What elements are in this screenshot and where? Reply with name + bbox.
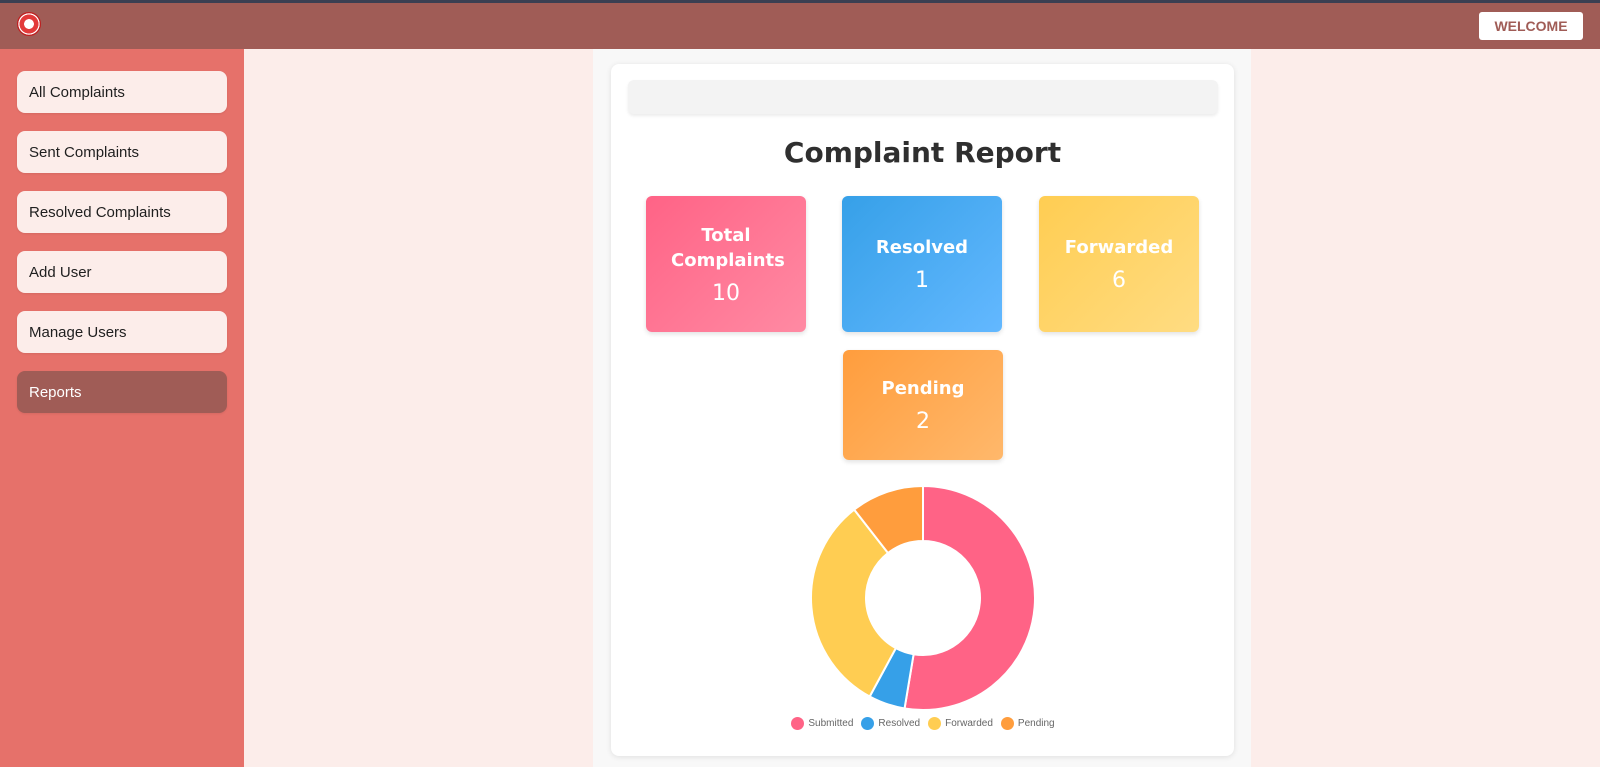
sidebar-item-sent-complaints[interactable]: Sent Complaints: [17, 131, 227, 173]
sidebar-item-manage-users[interactable]: Manage Users: [17, 311, 227, 353]
legend-swatch: [791, 717, 805, 730]
legend-label: Pending: [1017, 718, 1055, 729]
legend-label: Submitted: [808, 718, 854, 729]
legend-item-submitted[interactable]: Submitted: [791, 717, 853, 730]
stat-label: Resolved: [875, 237, 969, 258]
legend-swatch: [861, 717, 875, 730]
stat-label: Forwarded: [1064, 237, 1174, 258]
legend-swatch: [1000, 717, 1014, 730]
stat-card-forwarded: Forwarded 6: [1039, 196, 1199, 332]
donut-slice-submitted[interactable]: [903, 484, 1037, 711]
legend-swatch: [928, 717, 942, 730]
stat-card-total-complaints: Total Complaints 10: [646, 196, 806, 332]
stat-label: Total Complaints: [671, 224, 785, 271]
stat-value: 1: [915, 268, 929, 293]
sidebar-item-resolved-complaints[interactable]: Resolved Complaints: [17, 191, 227, 233]
welcome-button[interactable]: WELCOME: [1479, 12, 1583, 40]
legend-item-pending[interactable]: Pending: [1000, 717, 1055, 730]
stat-card-pending: Pending 2: [843, 350, 1003, 460]
stat-value: 6: [1112, 268, 1126, 293]
sidebar-item-reports[interactable]: Reports: [17, 371, 227, 413]
stat-card-resolved: Resolved 1: [842, 196, 1002, 332]
legend-label: Forwarded: [945, 718, 993, 729]
legend-label: Resolved: [878, 718, 921, 729]
page-title: Complaint Report: [783, 136, 1062, 169]
donut-chart-svg: [810, 484, 1037, 711]
stat-value: 10: [712, 280, 740, 306]
sidebar-item-add-user[interactable]: Add User: [17, 251, 227, 293]
sidebar-item-all-complaints[interactable]: All Complaints: [17, 71, 227, 113]
complaint-donut-chart: [790, 480, 1056, 740]
report-toolbar[interactable]: [628, 80, 1218, 114]
chart-legend: Submitted Resolved Forwarded Pending: [790, 717, 1056, 730]
sidebar: All Complaints Sent Complaints Resolved …: [0, 49, 244, 767]
top-header: WELCOME: [0, 3, 1600, 49]
stat-value: 2: [916, 409, 930, 434]
legend-item-forwarded[interactable]: Forwarded: [928, 717, 993, 730]
legend-item-resolved[interactable]: Resolved: [861, 717, 920, 730]
railway-logo-icon[interactable]: [17, 12, 41, 36]
stat-label: Pending: [881, 378, 965, 399]
